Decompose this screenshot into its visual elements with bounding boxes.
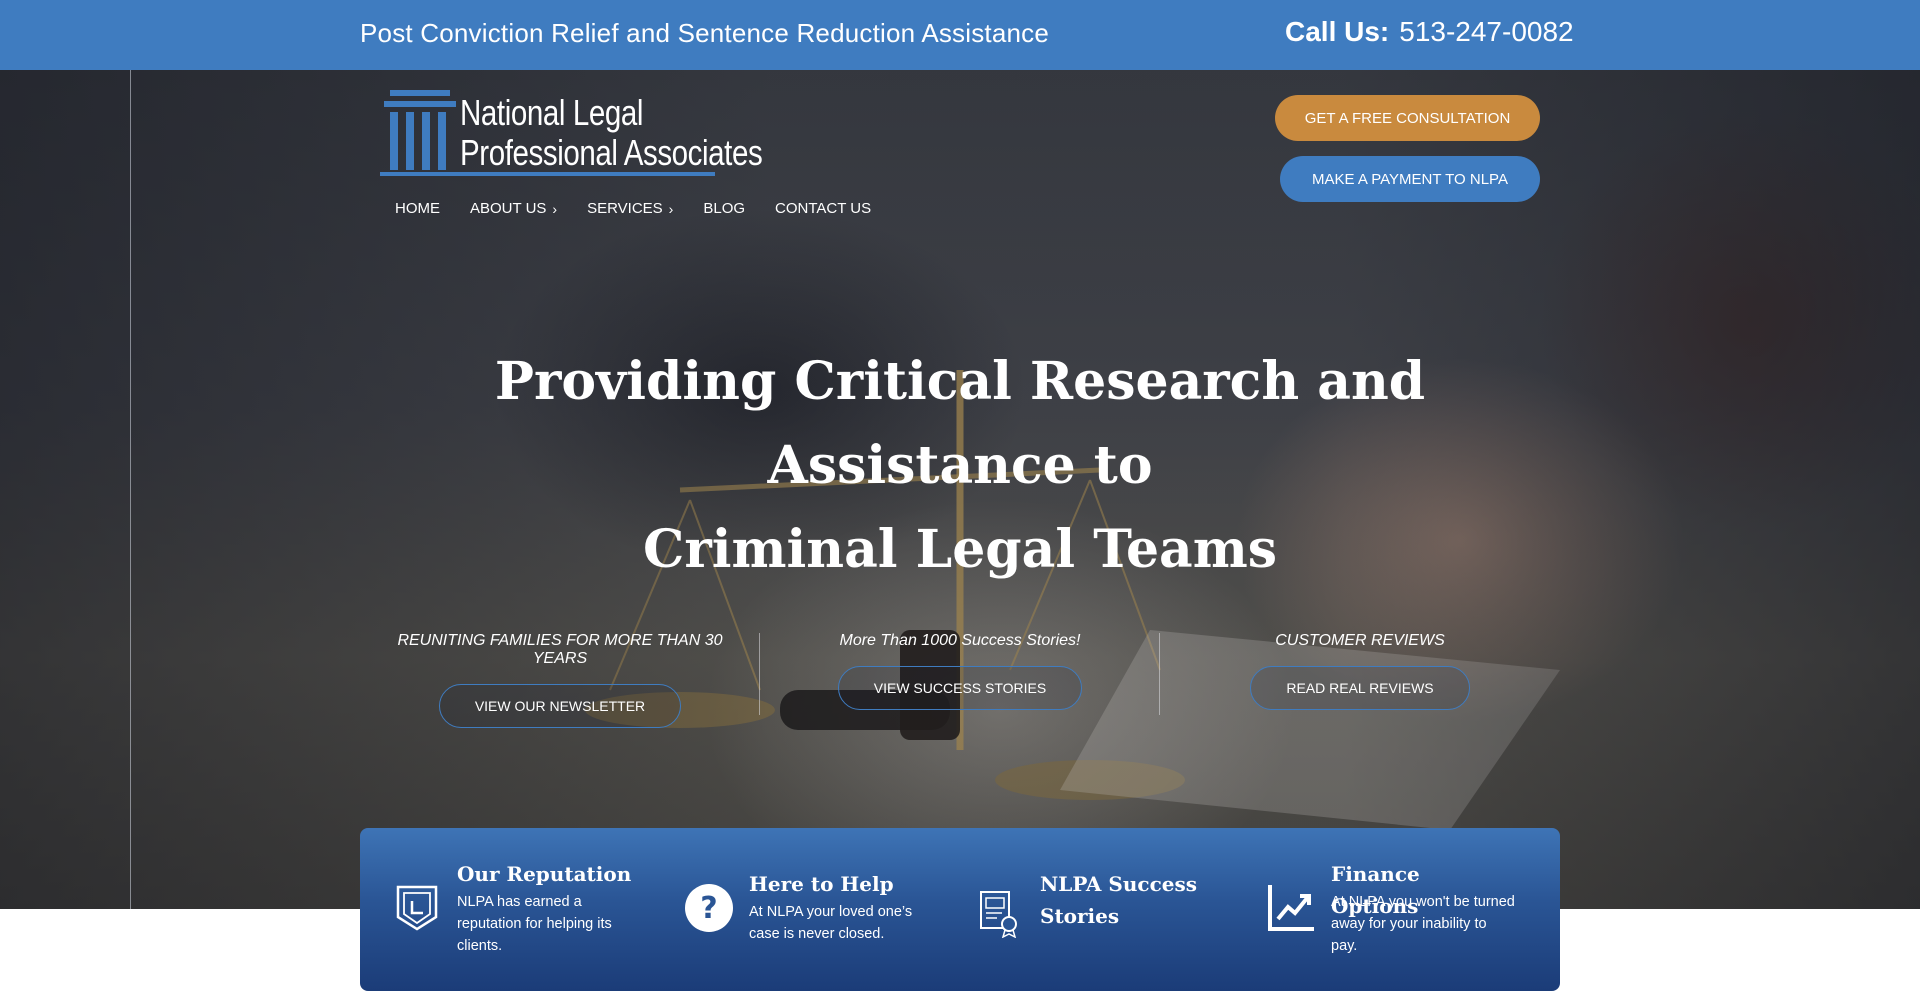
call-us[interactable]: Call Us: 513-247-0082: [1285, 16, 1574, 48]
cta-title: CUSTOMER REVIEWS: [1275, 632, 1445, 649]
feature-title: Here to Help: [749, 872, 894, 896]
free-consultation-button[interactable]: GET A FREE CONSULTATION: [1275, 95, 1540, 141]
nav-item-label: BLOG: [703, 200, 746, 217]
cta-title: REUNITING FAMILIES FOR MORE THAN 30 YEAR…: [397, 632, 723, 667]
nav-item-contact-us[interactable]: CONTACT US: [775, 200, 871, 217]
main-nav: HOME ABOUT US › SERVICES › BLOG CONTACT …: [395, 200, 901, 217]
feature-finance-options[interactable]: Finance Options At NLPA you won't be tur…: [1234, 828, 1524, 991]
view-success-stories-button[interactable]: VIEW SUCCESS STORIES: [837, 666, 1083, 710]
top-bar: Post Conviction Relief and Sentence Redu…: [0, 0, 1920, 70]
nav-item-services[interactable]: SERVICES ›: [587, 200, 673, 217]
certificate-icon: [980, 891, 1017, 938]
view-newsletter-button[interactable]: VIEW OUR NEWSLETTER: [438, 684, 682, 728]
svg-text:?: ?: [700, 891, 717, 926]
cta-divider: [1159, 633, 1160, 715]
chevron-right-icon: ›: [552, 200, 558, 217]
feature-title: Our Reputation: [457, 862, 632, 886]
cta-success-stories: More Than 1000 Success Stories! VIEW SUC…: [780, 632, 1140, 710]
vertical-divider: [130, 70, 131, 909]
chart-up-icon: [1268, 885, 1314, 931]
hero-headline: Providing Critical Research and Assistan…: [360, 340, 1560, 592]
feature-success-stories[interactable]: NLPA Success Stories: [943, 828, 1233, 991]
read-reviews-button[interactable]: READ REAL REVIEWS: [1250, 666, 1470, 710]
nav-item-home[interactable]: HOME: [395, 200, 440, 217]
chevron-right-icon: ›: [668, 200, 674, 217]
phone-number[interactable]: 513-247-0082: [1399, 16, 1573, 47]
call-us-label: Call Us:: [1285, 16, 1390, 47]
shield-badge-icon: [396, 885, 438, 931]
nav-item-about-us[interactable]: ABOUT US ›: [470, 200, 557, 217]
cta-title: More Than 1000 Success Stories!: [839, 632, 1081, 649]
question-circle-icon: ?: [685, 884, 733, 932]
feature-text: NLPA has earned a reputation for helping…: [457, 894, 612, 954]
nav-item-label: SERVICES: [587, 200, 663, 217]
nav-item-label: HOME: [395, 200, 440, 217]
cta-newsletter: REUNITING FAMILIES FOR MORE THAN 30 YEAR…: [380, 632, 740, 728]
features-panel: Our Reputation NLPA has earned a reputat…: [360, 828, 1560, 991]
feature-text: At NLPA you won't be turned away for you…: [1331, 894, 1515, 954]
feature-here-to-help[interactable]: ? Here to Help At NLPA your loved one’s …: [652, 828, 942, 991]
feature-text: At NLPA your loved one’s case is never c…: [749, 904, 913, 942]
top-bar-tagline: Post Conviction Relief and Sentence Redu…: [360, 18, 1050, 48]
logo-wordmark[interactable]: National Legal Professional Associates: [460, 92, 763, 173]
hero-headline-line-1: Providing Critical Research and Assistan…: [494, 351, 1426, 496]
nav-item-label: CONTACT US: [775, 200, 872, 217]
nav-item-label: ABOUT US: [470, 200, 547, 217]
feature-title: NLPA Success Stories: [1040, 872, 1197, 928]
nav-item-blog[interactable]: BLOG: [703, 200, 745, 217]
feature-reputation[interactable]: Our Reputation NLPA has earned a reputat…: [360, 828, 650, 991]
logo-line-1: National Legal: [460, 92, 644, 133]
cta-reviews: CUSTOMER REVIEWS READ REAL REVIEWS: [1180, 632, 1540, 710]
cta-divider: [759, 633, 760, 715]
make-payment-button[interactable]: MAKE A PAYMENT TO NLPA: [1280, 156, 1540, 202]
logo-line-2: Professional Associates: [460, 132, 763, 173]
hero-headline-line-2: Criminal Legal Teams: [642, 519, 1278, 580]
